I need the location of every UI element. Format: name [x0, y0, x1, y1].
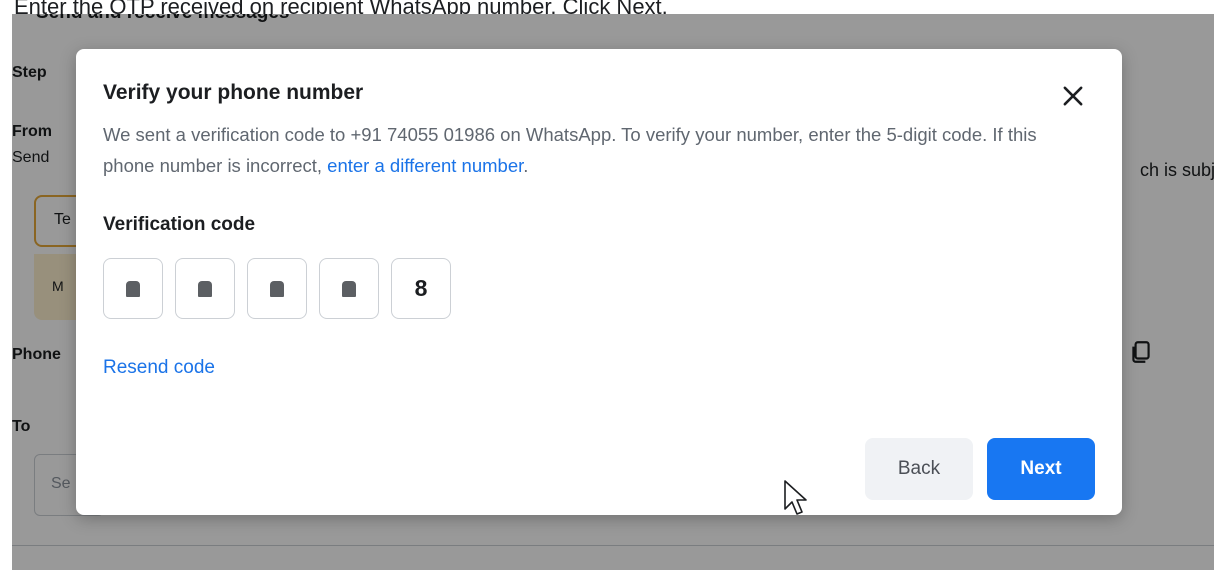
dialog-title: Verify your phone number [103, 81, 364, 104]
verification-code-label: Verification code [103, 214, 256, 235]
code-digit-5[interactable]: 8 [391, 258, 451, 319]
masked-digit [198, 280, 212, 297]
code-digit-1[interactable] [103, 258, 163, 319]
dialog-description: We sent a verification code to +91 74055… [103, 119, 1063, 181]
masked-digit [126, 280, 140, 297]
back-button[interactable]: Back [865, 438, 973, 500]
mouse-pointer-icon [784, 480, 807, 515]
verify-phone-dialog: Verify your phone number We sent a verif… [76, 49, 1122, 515]
code-digit-3[interactable] [247, 258, 307, 319]
close-icon[interactable] [1059, 82, 1087, 110]
code-digit-2[interactable] [175, 258, 235, 319]
dialog-description-text: We sent a verification code to +91 74055… [103, 124, 1037, 176]
masked-digit [270, 280, 284, 297]
resend-code-link[interactable]: Resend code [103, 357, 215, 379]
code-digit-4[interactable] [319, 258, 379, 319]
next-button[interactable]: Next [987, 438, 1095, 500]
dialog-description-end: . [523, 155, 529, 176]
masked-digit [342, 280, 356, 297]
verification-code-inputs: 8 [103, 258, 451, 319]
enter-different-number-link[interactable]: enter a different number [327, 155, 523, 176]
